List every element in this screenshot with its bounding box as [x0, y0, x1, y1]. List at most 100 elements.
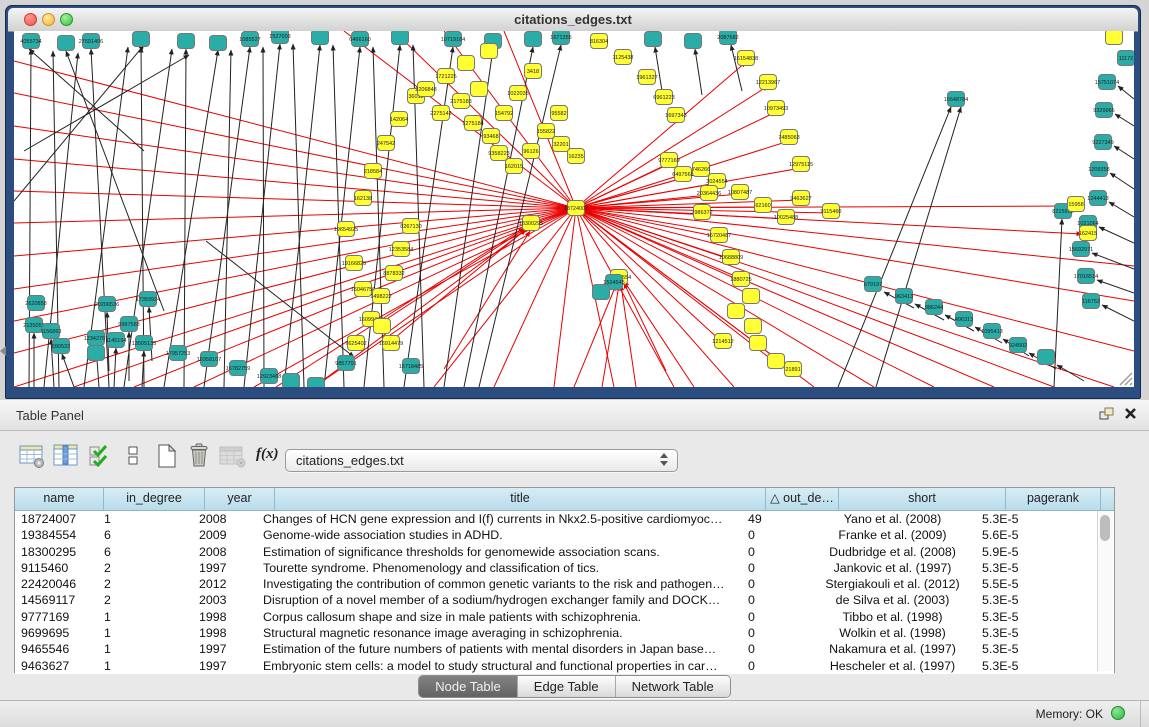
network-node[interactable]: 1244413	[1087, 191, 1108, 206]
network-node[interactable]: 1095413	[981, 324, 1002, 339]
network-node[interactable]: 9997588	[118, 317, 139, 332]
table-cell[interactable]: Yano et al. (2008)	[809, 511, 976, 527]
network-node[interactable]: 3418	[525, 64, 542, 79]
network-node[interactable]: 20206536	[95, 297, 119, 312]
table-cell[interactable]: 2008	[193, 544, 257, 560]
table-cell[interactable]: 1998	[193, 609, 257, 625]
table-cell[interactable]: 5.3E-5	[976, 625, 1065, 641]
column-header-name[interactable]: name	[15, 488, 104, 510]
table-cell[interactable]: 5.3E-5	[976, 641, 1065, 657]
network-node[interactable]: 15718485	[399, 359, 423, 374]
network-node[interactable]: 7986372	[691, 205, 712, 220]
table-cell[interactable]: 1	[98, 625, 193, 641]
table-cell[interactable]: 2012	[193, 576, 257, 592]
table-cell[interactable]: Wolkin et al. (1998)	[809, 625, 976, 641]
network-node[interactable]: 96126	[523, 144, 540, 159]
network-node[interactable]	[458, 56, 475, 71]
network-node[interactable]	[645, 32, 662, 47]
network-node[interactable]	[768, 354, 785, 369]
table-cell[interactable]: Hescheler et al. (1997)	[809, 658, 976, 674]
network-node[interactable]: 16235	[568, 149, 585, 164]
network-node[interactable]	[525, 32, 542, 47]
network-node[interactable]: 162415	[1079, 226, 1097, 241]
network-node[interactable]: 154792	[495, 106, 513, 121]
table-cell[interactable]: 18724007	[15, 511, 98, 527]
network-node[interactable]: 1697343	[665, 108, 686, 123]
table-cell[interactable]: 0	[742, 576, 809, 592]
close-panel-icon[interactable]	[1124, 407, 1137, 425]
table-row[interactable]: 1830029562008Estimation of significance …	[15, 544, 1114, 560]
table-cell[interactable]: 5.3E-5	[976, 560, 1065, 576]
table-cell[interactable]: 9699695	[15, 625, 98, 641]
network-node[interactable]: 27691406	[79, 34, 103, 49]
network-node[interactable]: 17957253	[166, 346, 190, 361]
table-cell[interactable]: Franke et al. (2009)	[809, 527, 976, 543]
network-node[interactable]: 13505135	[132, 336, 156, 351]
network-node[interactable]: 9227349	[1092, 135, 1113, 150]
network-node[interactable]: 963413	[895, 289, 913, 304]
network-node[interactable]: 8267130	[400, 219, 421, 234]
network-node[interactable]: 16782759	[226, 361, 250, 376]
network-node[interactable]: 95582	[551, 106, 568, 121]
network-node[interactable]: 2275142	[430, 106, 451, 121]
network-node[interactable]	[481, 44, 498, 59]
network-node[interactable]: 1961327	[636, 70, 657, 85]
network-node[interactable]: 2620858	[25, 296, 46, 311]
table-cell[interactable]: 0	[742, 592, 809, 608]
table-cell[interactable]: 1	[98, 641, 193, 657]
network-node[interactable]: 1209358	[1088, 162, 1109, 177]
delete-table-icon[interactable]	[186, 442, 214, 472]
table-cell[interactable]: 9465546	[15, 641, 98, 657]
network-node[interactable]: 1880725	[730, 272, 751, 287]
network-node[interactable]	[210, 36, 227, 51]
network-node[interactable]: 155822	[537, 124, 555, 139]
table-cell[interactable]: 1997	[193, 658, 257, 674]
network-node[interactable]: 16914479	[379, 336, 403, 351]
network-node[interactable]	[392, 31, 409, 45]
network-node[interactable]: 20364436	[697, 186, 721, 201]
network-node[interactable]: 32201	[553, 137, 570, 152]
network-node[interactable]: 986244	[925, 300, 943, 315]
network-node[interactable]: 1145194	[105, 333, 126, 348]
network-node[interactable]: 679197	[864, 277, 882, 292]
network-node[interactable]: 4055734	[20, 34, 41, 49]
network-node[interactable]: 9857791	[335, 356, 356, 371]
network-node[interactable]	[1106, 31, 1123, 45]
table-cell[interactable]: 2	[98, 576, 193, 592]
table-cell[interactable]: 5.3E-5	[976, 592, 1065, 608]
table-cell[interactable]: Tibbo et al. (1998)	[809, 609, 976, 625]
network-node[interactable]: 12923488	[257, 369, 281, 384]
network-node[interactable]	[312, 31, 329, 45]
network-node[interactable]	[750, 336, 767, 351]
column-header-indegree[interactable]: in_degree	[104, 488, 205, 510]
show-column-icon[interactable]	[52, 442, 80, 472]
table-cell[interactable]: 1	[98, 609, 193, 625]
table-cell[interactable]: 5.3E-5	[976, 658, 1065, 674]
table-cell[interactable]: Genome-wide association studies in ADHD.	[257, 527, 742, 543]
table-cell[interactable]: 49	[742, 511, 809, 527]
network-node[interactable]: 8878332	[383, 266, 404, 281]
network-node[interactable]: 12353584	[389, 242, 413, 257]
table-cell[interactable]: 19384554	[15, 527, 98, 543]
table-row[interactable]: 1872400712008Changes of HCN gene express…	[15, 511, 1114, 527]
network-node[interactable]: 16720487	[707, 228, 731, 243]
table-cell[interactable]: 6	[98, 527, 193, 543]
tab-node-table[interactable]: Node Table	[419, 676, 517, 697]
resize-grip[interactable]	[1120, 373, 1132, 385]
network-node[interactable]: 162015	[505, 159, 523, 174]
network-node[interactable]	[743, 289, 760, 304]
table-cell[interactable]: Structural magnetic resonance image aver…	[257, 625, 742, 641]
network-node[interactable]: 6466160	[349, 32, 370, 47]
network-node[interactable]: 62160	[755, 198, 772, 213]
table-cell[interactable]: Disruption of a novel member of a sodium…	[257, 592, 742, 608]
table-cell[interactable]: Nakamura et al. (1997)	[809, 641, 976, 657]
network-node[interactable]: 2087682	[717, 31, 738, 45]
column-settings-icon[interactable]	[18, 442, 46, 472]
table-cell[interactable]: 6	[98, 544, 193, 560]
float-panel-icon[interactable]	[1099, 407, 1115, 426]
panel-splitter-arrow[interactable]	[0, 346, 6, 356]
table-cell[interactable]: 1	[98, 658, 193, 674]
network-node[interactable]	[685, 34, 702, 49]
table-cell[interactable]: 18300295	[15, 544, 98, 560]
network-node[interactable]: 9463627	[790, 191, 811, 206]
